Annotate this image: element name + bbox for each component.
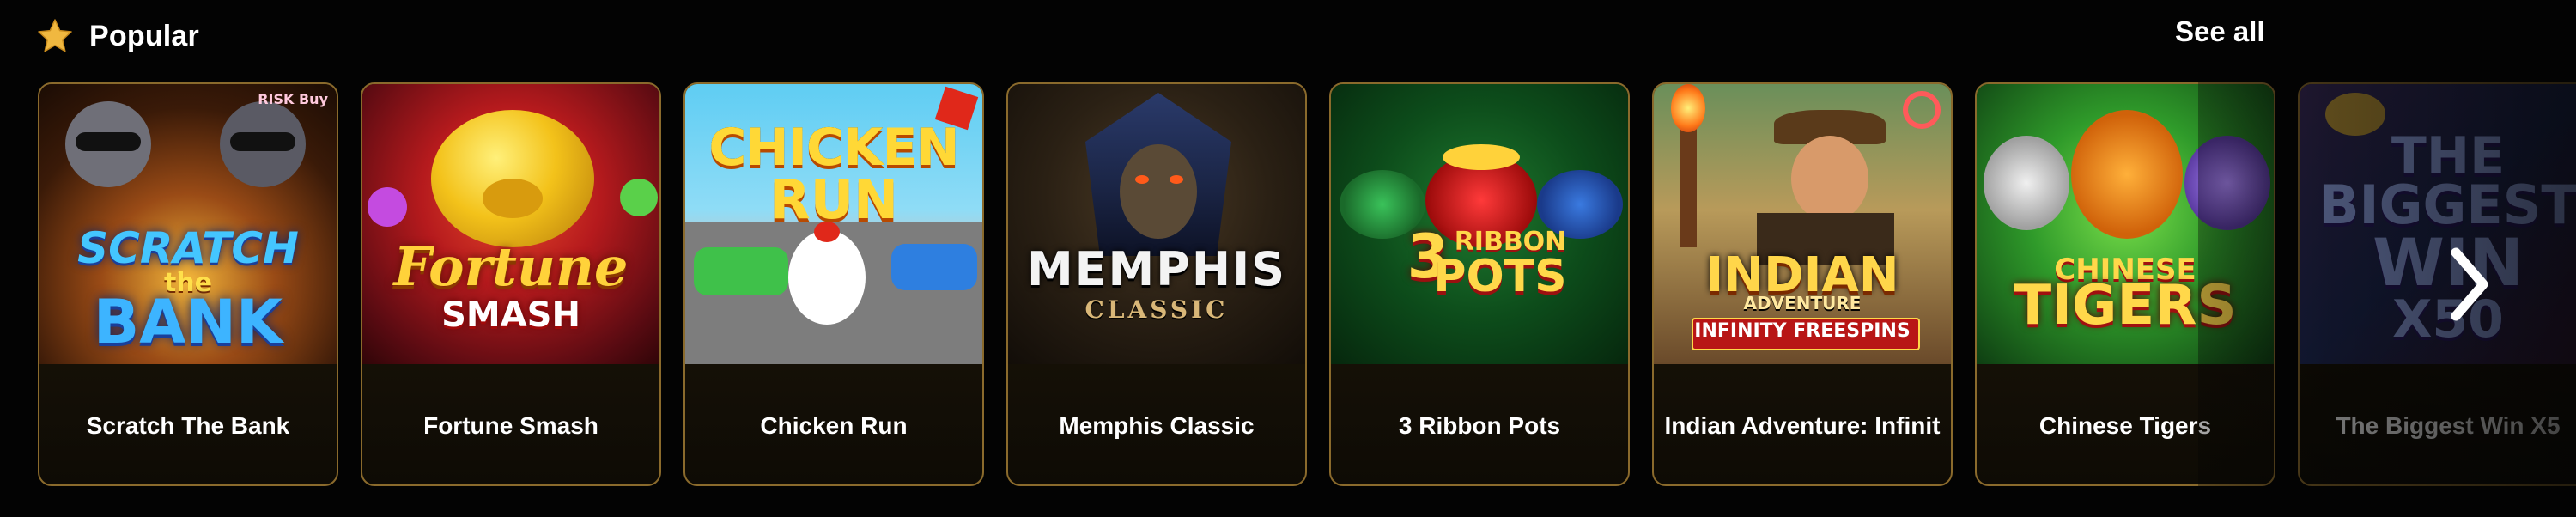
game-card-scratch-the-bank[interactable]: RISK Buy SCRATCH the BANK Scratch The Ba… [38,82,338,486]
art-title-line: Fortune [393,235,629,298]
game-thumbnail: CHICKEN RUN [685,84,982,364]
game-card-chinese-tigers[interactable]: CHINESE TIGERS Chinese Tigers [1975,82,2275,486]
games-carousel: RISK Buy SCRATCH the BANK Scratch The Ba… [38,82,2576,488]
game-card-indian-adventure[interactable]: INDIAN ADVENTURE INFINITY FREESPINS Indi… [1652,82,1953,486]
art-title-line: INDIAN [1705,247,1899,303]
art-title-line: CHICKEN [708,118,959,178]
art-title-line: TIGERS [2014,274,2237,338]
art-title-line: RUN [769,168,898,231]
see-all-link[interactable]: See all [2175,15,2265,48]
risk-buy-badge: RISK Buy [258,91,328,107]
game-thumbnail: INDIAN ADVENTURE INFINITY FREESPINS [1654,84,1951,364]
game-thumbnail: CHINESE TIGERS [1977,84,2274,364]
game-title: 3 Ribbon Pots [1398,412,1561,439]
art-title-line: POTS [1433,251,1567,302]
art-title-line: MEMPHIS [1026,242,1287,296]
game-card-the-biggest-win[interactable]: THE BIGGEST WIN X50 The Biggest Win X5 [2298,82,2576,486]
game-thumbnail: RISK Buy SCRATCH the BANK [39,84,337,364]
art-title-line: WIN [2372,224,2524,301]
art-title-line: X50 [2392,289,2504,350]
game-title: Fortune Smash [423,412,598,439]
chevron-right-icon[interactable] [2447,246,2490,323]
popular-games-section: Popular See all RISK Buy SCRATCH the BAN… [0,0,2576,517]
art-title-line: INFINITY FREESPINS [1694,320,1911,342]
art-title-line: BANK [93,287,283,357]
game-card-3-ribbon-pots[interactable]: 3 RIBBON POTS 3 Ribbon Pots [1329,82,1630,486]
game-title: Chicken Run [760,412,908,439]
game-thumbnail: THE BIGGEST WIN X50 [2300,84,2576,364]
art-title-line: ADVENTURE [1743,293,1862,313]
section-header: Popular [36,12,199,60]
game-card-fortune-smash[interactable]: Fortune SMASH Fortune Smash [361,82,661,486]
game-title: Memphis Classic [1059,412,1255,439]
game-title: The Biggest Win X5 [2336,412,2561,439]
game-card-chicken-run[interactable]: CHICKEN RUN Chicken Run [683,82,984,486]
game-thumbnail: MEMPHIS CLASSIC [1008,84,1305,364]
game-title: Indian Adventure: Infinit [1664,412,1941,439]
game-title: Scratch The Bank [86,412,290,439]
game-thumbnail: 3 RIBBON POTS [1331,84,1628,364]
art-title-line: CLASSIC [1084,295,1229,324]
game-title: Chinese Tigers [2038,412,2212,439]
art-title-line: SMASH [441,295,580,335]
game-thumbnail: Fortune SMASH [362,84,659,364]
game-card-memphis-classic[interactable]: MEMPHIS CLASSIC Memphis Classic [1006,82,1307,486]
art-title-line: SCRATCH [77,223,299,273]
star-icon [38,19,72,52]
section-title: Popular [89,19,199,52]
